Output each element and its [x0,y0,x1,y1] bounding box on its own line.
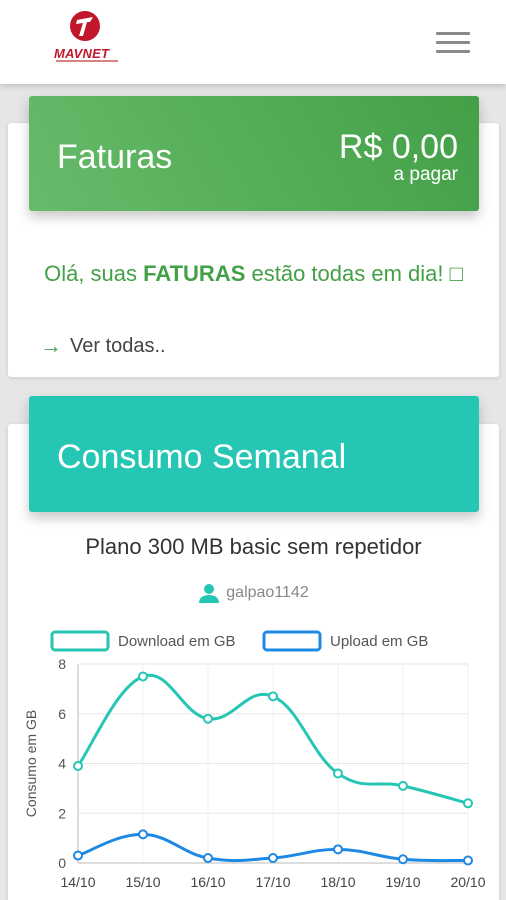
x-tick-label: 15/10 [125,874,160,890]
data-point [398,780,408,791]
chart-svg: 0 2 4 6 8 14/10 15/10 16/10 17/10 18/10 19/10 20/10… [23,630,486,890]
legend-swatch [262,630,322,652]
data-point [138,829,148,840]
top-app-bar: MAVNET [0,0,506,84]
data-point [73,760,83,771]
y-tick-label: 8 [58,656,66,672]
menu-line [436,41,470,44]
y-tick-label: 6 [58,706,66,722]
x-tick-label: 14/10 [60,874,95,890]
arrow-right-icon: → [40,333,62,358]
y-axis-label: Consumo em GB [23,710,39,817]
x-tick-label: 16/10 [190,874,225,890]
invoices-header: Faturas R$ 0,00 a pagar [29,96,479,211]
view-all-label: Ver todas.. [70,334,166,357]
data-point [73,850,83,861]
data-point [333,844,343,855]
brand-name: MAVNET [54,46,110,61]
y-tick-label: 4 [58,756,66,772]
usage-header: Consumo Semanal [29,396,479,512]
status-strong: FATURAS [143,261,246,286]
x-tick-label: 17/10 [255,874,290,890]
y-tick-label: 2 [58,805,66,821]
x-tick-label: 20/10 [450,874,485,890]
username: galpao1142 [226,584,309,601]
view-all-link[interactable]: → Ver todas.. [40,333,166,359]
data-point [203,853,213,864]
menu-line [436,50,470,53]
legend-label: Upload em GB [330,633,428,650]
usage-title: Consumo Semanal [57,438,347,476]
data-point [203,713,213,724]
invoices-amount: R$ 0,00 [338,128,458,166]
x-tick-label: 19/10 [385,874,420,890]
status-suffix: estão todas em dia! □ [245,261,463,286]
data-point [463,855,473,866]
invoices-amount-caption: a pagar [393,164,458,185]
invoices-status-message: Olá, suas FATURAS estão todas em dia! □ [8,261,499,287]
data-point [333,768,343,779]
logo-mark-icon [70,11,100,41]
y-tick-label: 0 [58,855,66,871]
x-tick-label: 18/10 [320,874,355,890]
status-prefix: Olá, suas [44,261,144,286]
hamburger-menu-icon[interactable] [436,32,470,54]
mavnet-logo[interactable]: MAVNET [52,8,124,66]
user-icon [199,584,220,603]
invoices-title: Faturas [57,138,173,176]
legend-label: Download em GB [118,633,236,650]
data-point [268,691,278,702]
data-point [138,671,148,682]
menu-line [436,32,470,35]
brand-tagline [56,60,118,62]
plan-name: Plano 300 MB basic sem repetidor [85,534,422,559]
user-line: galpao1142 [8,582,499,604]
data-point [398,854,408,865]
data-point [268,853,278,864]
weekly-usage-chart: 0 2 4 6 8 14/10 15/10 16/10 17/10 18/10 19/10 20/10… [0,620,506,900]
legend-swatch [50,630,110,652]
data-point [463,798,473,809]
